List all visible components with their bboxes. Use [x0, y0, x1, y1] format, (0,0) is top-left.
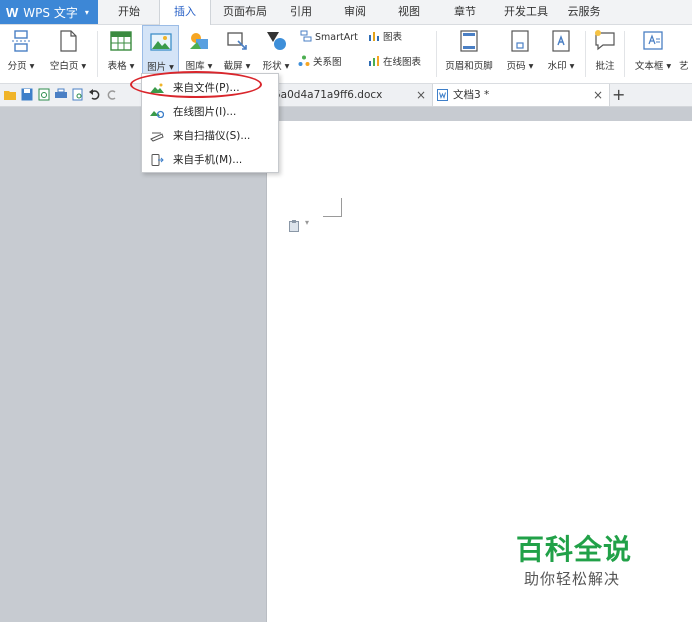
table-icon — [110, 31, 132, 51]
menu-item-online-picture[interactable]: 在线图片(I)... — [142, 100, 278, 124]
save-icon[interactable] — [21, 88, 33, 101]
print-icon[interactable] — [55, 88, 67, 101]
table-label: 表格 ▾ — [107, 61, 135, 72]
art-text-button[interactable]: 艺 — [679, 25, 692, 83]
chart-button[interactable]: 图表 — [368, 30, 402, 46]
highlight-annotation-ring — [130, 71, 262, 98]
tab-section[interactable]: 章节 — [446, 0, 484, 24]
watermark-subtitle: 助你轻松解决 — [524, 570, 621, 588]
menu-item-from-phone[interactable]: 来自手机(M)... — [142, 148, 278, 172]
online-picture-icon — [150, 110, 164, 118]
screenshot-label: 截屏 ▾ — [223, 61, 251, 72]
picture-icon — [149, 33, 172, 51]
doc-tab-2[interactable]: 文档3 * × — [432, 84, 610, 106]
doc-tab-2-label: 文档3 * — [453, 89, 490, 101]
tab-view[interactable]: 视图 — [390, 0, 428, 24]
new-tab-button[interactable]: + — [612, 84, 625, 106]
smartart-label: SmartArt — [315, 32, 358, 43]
comment-icon — [595, 30, 615, 51]
output-pdf-icon[interactable] — [38, 88, 50, 101]
page-break-button[interactable]: 分页 ▾ — [4, 25, 38, 83]
close-icon[interactable]: × — [416, 84, 426, 106]
watermark-icon — [552, 30, 570, 52]
scanner-icon — [150, 132, 164, 142]
margin-corner-mark — [323, 198, 342, 217]
page-break-icon — [12, 30, 30, 52]
quick-access-bar: 5a0d4a71a9ff6.docx × 文档3 * × + — [0, 84, 692, 107]
undo-icon[interactable] — [89, 88, 101, 101]
doc-tab-1[interactable]: 5a0d4a71a9ff6.docx × — [268, 84, 428, 106]
document-icon — [437, 89, 448, 101]
comment-label: 批注 — [595, 61, 615, 72]
menu-item-label: 来自手机(M)... — [173, 154, 243, 166]
watermark-title: 百科全说 — [516, 533, 633, 566]
page-number-label: 页码 ▾ — [506, 61, 534, 72]
blank-page-button[interactable]: 空白页 ▾ — [44, 25, 92, 83]
online-chart-icon — [369, 56, 379, 66]
wps-writer-window: W WPS 文字 ▾ 开始 插入 页面布局 引用 审阅 视图 章节 开发工具 云… — [0, 0, 692, 622]
wps-logo-icon: W — [6, 4, 19, 20]
menu-item-from-scanner[interactable]: 来自扫描仪(S)... — [142, 124, 278, 148]
gallery-label: 图库 ▾ — [185, 61, 213, 72]
ribbon-separator — [585, 31, 586, 77]
paste-options-icon[interactable] — [289, 220, 300, 232]
gallery-icon — [190, 33, 208, 49]
tab-review[interactable]: 审阅 — [336, 0, 374, 24]
smartart-button[interactable]: SmartArt — [300, 30, 358, 46]
textbox-icon — [643, 31, 663, 50]
open-folder-icon[interactable] — [4, 88, 16, 101]
relation-chart-label: 关系图 — [313, 57, 342, 68]
relation-chart-icon — [298, 55, 310, 66]
phone-icon — [151, 154, 164, 166]
close-icon[interactable]: × — [593, 84, 603, 106]
shape-label: 形状 ▾ — [262, 61, 290, 72]
relation-chart-button[interactable]: 关系图 — [298, 55, 342, 71]
doc-tab-1-label: 5a0d4a71a9ff6.docx — [274, 89, 383, 101]
tab-references[interactable]: 引用 — [282, 0, 320, 24]
ribbon-separator — [624, 31, 625, 77]
tab-cloud[interactable]: 云服务 — [562, 0, 606, 24]
header-footer-label: 页眉和页脚 — [445, 61, 493, 72]
online-chart-button[interactable]: 在线图表 — [368, 55, 421, 71]
header-footer-button[interactable]: 页眉和页脚 — [440, 25, 498, 83]
blank-page-icon — [60, 30, 77, 52]
comment-button[interactable]: 批注 — [589, 25, 621, 83]
print-preview-icon[interactable] — [72, 88, 84, 101]
page-number-button[interactable]: 页码 ▾ — [501, 25, 539, 83]
tab-insert[interactable]: 插入 — [159, 0, 211, 25]
menu-item-label: 在线图片(I)... — [173, 106, 237, 118]
chart-label: 图表 — [383, 32, 403, 43]
chart-icon — [369, 32, 379, 41]
redo-icon[interactable] — [106, 88, 118, 101]
page-number-icon — [511, 30, 529, 52]
online-chart-label: 在线图表 — [383, 57, 422, 68]
watermark-button[interactable]: 水印 ▾ — [541, 25, 581, 83]
page-break-label: 分页 ▾ — [7, 61, 35, 72]
insert-ribbon: 分页 ▾ 空白页 ▾ 表格 ▾ 图片 ▾ 图库 ▾ 截屏 ▾ 形状 ▾ Smar… — [0, 25, 692, 84]
tab-developer[interactable]: 开发工具 — [498, 0, 554, 24]
watermark-label: 水印 ▾ — [547, 61, 575, 72]
app-menu-button[interactable]: W WPS 文字 ▾ — [0, 0, 98, 24]
smartart-icon — [300, 30, 312, 42]
chevron-down-icon: ▾ — [84, 7, 89, 17]
shape-icon — [267, 32, 286, 50]
menu-bar: W WPS 文字 ▾ 开始 插入 页面布局 引用 审阅 视图 章节 开发工具 云… — [0, 0, 692, 25]
textbox-label: 文本框 ▾ — [634, 61, 672, 72]
menu-item-label: 来自扫描仪(S)... — [173, 130, 251, 142]
ribbon-separator — [97, 31, 98, 77]
app-title: WPS 文字 — [23, 5, 78, 20]
tab-page-layout[interactable]: 页面布局 — [216, 0, 274, 24]
header-footer-icon — [460, 30, 478, 52]
art-text-label: 艺 — [679, 61, 689, 72]
ribbon-separator — [436, 31, 437, 77]
textbox-button[interactable]: 文本框 ▾ — [628, 25, 678, 83]
screenshot-icon — [227, 32, 247, 50]
tab-home[interactable]: 开始 — [110, 0, 148, 24]
blank-page-label: 空白页 ▾ — [49, 61, 87, 72]
chevron-down-icon[interactable]: ▾ — [305, 218, 309, 227]
table-button[interactable]: 表格 ▾ — [103, 25, 139, 83]
